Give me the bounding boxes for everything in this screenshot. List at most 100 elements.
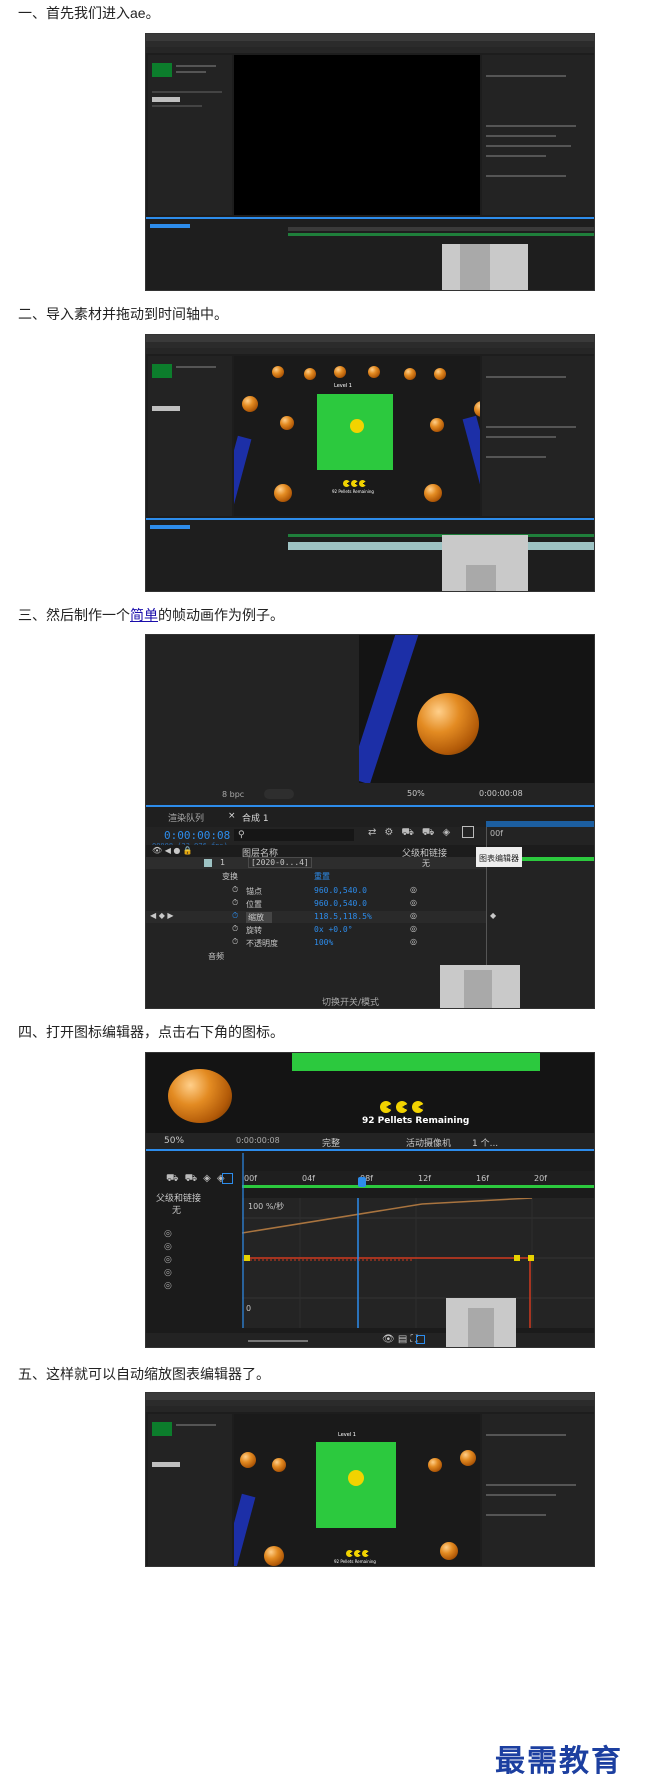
footer-slider[interactable] bbox=[264, 789, 294, 799]
pick-whip-icons[interactable]: ◎ ◎ ◎ ◎ ◎ bbox=[164, 1228, 172, 1293]
orange-orb bbox=[272, 1458, 286, 1472]
keyframe[interactable] bbox=[514, 1255, 520, 1261]
ruler-label: 04f bbox=[302, 1174, 315, 1183]
property-value[interactable]: 100% bbox=[314, 938, 333, 947]
step-1-text: 一、首先我们进入ae。 bbox=[18, 5, 160, 21]
stopwatch-icon[interactable]: ⏱ bbox=[232, 911, 238, 921]
project-panel bbox=[148, 356, 232, 516]
pick-whip-icon[interactable]: ◎ bbox=[410, 937, 417, 946]
parent-select[interactable]: 无 bbox=[422, 858, 430, 869]
viewer-timecode[interactable]: 0:00:00:08 bbox=[236, 1136, 280, 1145]
timeline-switch-icons[interactable]: ⇄⚙⛟⛟◈ bbox=[368, 827, 458, 840]
keyframe-navigator[interactable]: ◀ ◆ ▶ bbox=[150, 911, 174, 920]
stopwatch-icon[interactable]: ⏱ bbox=[232, 898, 238, 908]
zoom-select[interactable]: 50% bbox=[164, 1136, 184, 1146]
property-value[interactable]: 960.0,540.0 bbox=[314, 899, 367, 908]
screenshot-keyframes: 8 bpc 50% 0:00:00:08 渲染队列 × 合成 1 0:00:00… bbox=[145, 634, 595, 1009]
property-row[interactable]: ⏱ 锚点 960.0,540.0 ◎ bbox=[146, 885, 486, 897]
audio-label[interactable]: 音频 bbox=[208, 951, 224, 962]
ruler-start-label: 00f bbox=[490, 829, 503, 838]
property-name: 缩放 bbox=[246, 912, 272, 923]
playhead-handle[interactable] bbox=[358, 1177, 366, 1187]
auto-zoom-icon[interactable] bbox=[416, 1335, 425, 1344]
view-count-select[interactable]: 1 个... bbox=[472, 1136, 498, 1149]
quality-select[interactable]: 完整 bbox=[322, 1136, 340, 1149]
pacman-life-icon bbox=[412, 1101, 424, 1113]
pacman-ball bbox=[348, 1470, 364, 1486]
pick-whip-icon[interactable]: ◎ bbox=[410, 924, 417, 933]
screenshot-ae-startup bbox=[145, 33, 595, 291]
keyframe[interactable] bbox=[244, 1255, 250, 1261]
property-name: 锚点 bbox=[246, 887, 262, 896]
viewer-footer: 50% 0:00:00:08 完整 活动摄像机 1 个... bbox=[146, 1133, 594, 1149]
property-value[interactable]: 960.0,540.0 bbox=[314, 886, 367, 895]
orange-orb bbox=[334, 366, 346, 378]
toolbar bbox=[146, 1406, 594, 1412]
zoom-select[interactable]: 50% bbox=[407, 789, 425, 798]
composition-viewer: Level 1 92 Pellets Remaining bbox=[234, 1414, 480, 1566]
tab-render-queue[interactable]: 渲染队列 bbox=[168, 811, 204, 824]
bpc-label[interactable]: 8 bpc bbox=[222, 790, 244, 799]
keyframe-marker[interactable]: ◆ bbox=[490, 911, 496, 920]
property-row[interactable]: ⏱ 位置 960.0,540.0 ◎ bbox=[146, 898, 486, 910]
timeline-switch-icons[interactable]: ⛟⛟◈◈ bbox=[166, 1173, 231, 1186]
stopwatch-icon[interactable]: ⏱ bbox=[232, 924, 238, 934]
title-bar bbox=[146, 34, 594, 41]
search-input[interactable]: ⚲ bbox=[234, 829, 354, 841]
step-3-suffix: 的帧动画作为例子。 bbox=[158, 607, 284, 623]
toggle-switches-modes[interactable]: 切换开关/模式 bbox=[322, 995, 379, 1008]
pacman-life-icon bbox=[380, 1101, 392, 1113]
ruler-label: 12f bbox=[418, 1174, 431, 1183]
project-footer: 8 bpc bbox=[146, 783, 357, 805]
pick-whip-icon[interactable]: ◎ bbox=[410, 911, 417, 920]
pellets-label: 92 Pellets Remaining bbox=[334, 1559, 376, 1564]
stopwatch-icon[interactable]: ⏱ bbox=[232, 885, 238, 895]
property-row[interactable]: ⏱ 不透明度 100% ◎ bbox=[146, 937, 486, 949]
time-ruler: 00f 04f 08f 12f 16f 20f bbox=[242, 1171, 594, 1185]
property-name: 不透明度 bbox=[246, 939, 278, 948]
blue-wall bbox=[234, 1493, 256, 1566]
orange-orb bbox=[417, 693, 479, 755]
screenshot-imported: Level 1 92 Pellets Remaining bbox=[145, 334, 595, 592]
blue-wall bbox=[462, 415, 480, 507]
property-row[interactable]: ⏱ 旋转 0x +0.0° ◎ bbox=[146, 924, 486, 936]
keyframe[interactable] bbox=[528, 1255, 534, 1261]
pick-whip-icon[interactable]: ◎ bbox=[410, 885, 417, 894]
layer-name[interactable]: [2020-0...4] bbox=[248, 857, 312, 868]
layer-color-label[interactable] bbox=[204, 859, 212, 867]
transform-label[interactable]: 变换 bbox=[222, 871, 238, 882]
property-value[interactable]: 0x +0.0° bbox=[314, 925, 353, 934]
title-bar bbox=[146, 335, 594, 342]
tab-comp[interactable]: 合成 1 bbox=[242, 811, 269, 824]
orange-orb bbox=[460, 1450, 476, 1466]
work-area-bar bbox=[288, 534, 594, 537]
reset-link[interactable]: 重置 bbox=[314, 871, 330, 882]
graph-footer-icons[interactable]: 👁 ▤ ⛶ bbox=[382, 1334, 418, 1345]
close-icon[interactable]: × bbox=[228, 811, 236, 821]
property-value[interactable]: 118.5,118.5% bbox=[314, 912, 372, 921]
step-4-text: 四、打开图标编辑器，点击右下角的图标。 bbox=[18, 1024, 284, 1040]
layer-row[interactable]: 1 [2020-0...4] 无 bbox=[146, 857, 486, 869]
zoom-slider[interactable] bbox=[248, 1340, 308, 1342]
timeline-timecode bbox=[150, 525, 190, 529]
property-row[interactable]: ⏱ 缩放 118.5,118.5% ◎ ◀ ◆ ▶ ◆ bbox=[146, 911, 496, 923]
graph-editor-icon[interactable] bbox=[222, 1173, 233, 1184]
graph-zero-label: 0 bbox=[246, 1304, 252, 1313]
graph-editor-icon[interactable] bbox=[462, 826, 474, 838]
camera-select[interactable]: 活动摄像机 bbox=[406, 1136, 451, 1149]
simple-link[interactable]: 简单 bbox=[130, 607, 158, 623]
pick-whip-icon[interactable]: ◎ bbox=[410, 898, 417, 907]
parent-select[interactable]: 无 bbox=[172, 1203, 181, 1216]
selected-item bbox=[152, 1462, 180, 1467]
level-label: Level 1 bbox=[338, 1432, 356, 1438]
step-5-text: 五、这样就可以自动缩放图表编辑器了。 bbox=[18, 1366, 270, 1382]
time-ruler bbox=[288, 227, 594, 231]
project-thumbnail bbox=[152, 1422, 172, 1436]
viewer-timecode[interactable]: 0:00:00:08 bbox=[479, 789, 523, 798]
graph-area[interactable]: 100 %/秒 0 bbox=[242, 1198, 594, 1328]
current-timecode[interactable]: 0:00:00:08 bbox=[164, 829, 230, 842]
project-thumbnail bbox=[152, 63, 172, 77]
selected-item bbox=[152, 406, 180, 411]
stopwatch-icon[interactable]: ⏱ bbox=[232, 937, 238, 947]
blue-wall bbox=[234, 435, 252, 516]
